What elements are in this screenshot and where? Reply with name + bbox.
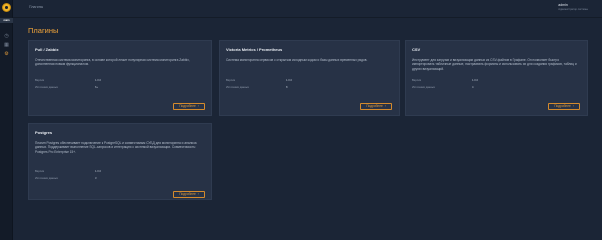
details-button[interactable]: Подробнее ›	[548, 103, 580, 110]
plugin-card-pull-zabbix: Pull / Zabbix Отечественная система мони…	[28, 40, 212, 116]
details-button-label: Подробнее	[179, 192, 196, 196]
sources-row: Источники данных 6+	[35, 86, 98, 89]
sources-label: Источники данных	[35, 177, 59, 180]
details-button-label: Подробнее	[179, 104, 196, 108]
plugin-description: Отечественная система мониторинга, в осн…	[35, 58, 190, 67]
plugin-card-victoria-metrics: Victoria Metrics / Prometheus Система мо…	[219, 40, 400, 116]
user-role: Администратор системы	[558, 8, 588, 11]
version-row: Версия 1.0.0	[226, 79, 292, 82]
details-button-label: Подробнее	[366, 104, 383, 108]
details-button[interactable]: Подробнее ›	[173, 191, 205, 198]
top-bar: Плагины admin Администратор системы	[13, 0, 602, 18]
version-row: Версия 1.0.0	[35, 79, 101, 82]
page-title: Плагины	[28, 26, 59, 35]
arrow-right-icon: ›	[384, 104, 386, 108]
details-button[interactable]: Подробнее ›	[173, 103, 205, 110]
plugin-icon[interactable]: ⚙	[3, 52, 10, 57]
version-label: Версия	[35, 170, 45, 173]
sources-value: 6+	[95, 86, 99, 89]
version-row: Версия 1.0.0	[35, 170, 101, 173]
plugin-card-csv: CSV Инструмент для загрузки и визуализац…	[405, 40, 588, 116]
arrow-right-icon: ›	[197, 192, 199, 196]
sidebar-main-label[interactable]: main	[0, 18, 13, 23]
version-value: 1.0.0	[95, 170, 101, 173]
sources-row: Источники данных 3	[35, 177, 97, 180]
plugin-card-postgres: Postgres Плагин Postgres обеспечивает по…	[28, 123, 212, 200]
version-label: Версия	[226, 79, 236, 82]
arrow-right-icon: ›	[197, 104, 199, 108]
sources-row: Источники данных 4	[412, 86, 474, 89]
version-row: Версия 1.0.0	[412, 79, 478, 82]
plugin-description: Инструмент для загрузки и визуализации д…	[412, 58, 577, 71]
user-name: admin	[558, 3, 568, 7]
user-menu[interactable]: admin Администратор системы	[558, 3, 588, 11]
version-value: 1.0.0	[95, 79, 101, 82]
plugin-title: Victoria Metrics / Prometheus	[226, 47, 283, 52]
version-value: 1.0.0	[286, 79, 292, 82]
version-label: Версия	[412, 79, 422, 82]
sources-label: Источники данных	[412, 86, 436, 89]
breadcrumb[interactable]: Плагины	[29, 5, 43, 9]
app-logo[interactable]	[2, 3, 11, 12]
version-label: Версия	[35, 79, 45, 82]
sidebar: main ◷ ▦ ⚙	[0, 0, 13, 240]
sources-value: 8	[286, 86, 288, 89]
plugin-title: Postgres	[35, 130, 53, 135]
sources-row: Источники данных 8	[226, 86, 288, 89]
plugin-description: Плагин Postgres обеспечивает подключение…	[35, 141, 197, 154]
plugin-description: Система мониторинга сервисов с открытым …	[226, 58, 368, 62]
clock-icon[interactable]: ◷	[3, 34, 10, 39]
arrow-right-icon: ›	[572, 104, 574, 108]
sources-label: Источники данных	[226, 86, 250, 89]
plugin-title: CSV	[412, 47, 421, 52]
details-button-label: Подробнее	[554, 104, 571, 108]
plugin-title: Pull / Zabbix	[35, 47, 59, 52]
grid-icon[interactable]: ▦	[3, 43, 10, 48]
sources-value: 3	[95, 177, 97, 180]
details-button[interactable]: Подробнее ›	[360, 103, 392, 110]
sources-label: Источники данных	[35, 86, 59, 89]
sources-value: 4	[472, 86, 474, 89]
version-value: 1.0.0	[472, 79, 478, 82]
